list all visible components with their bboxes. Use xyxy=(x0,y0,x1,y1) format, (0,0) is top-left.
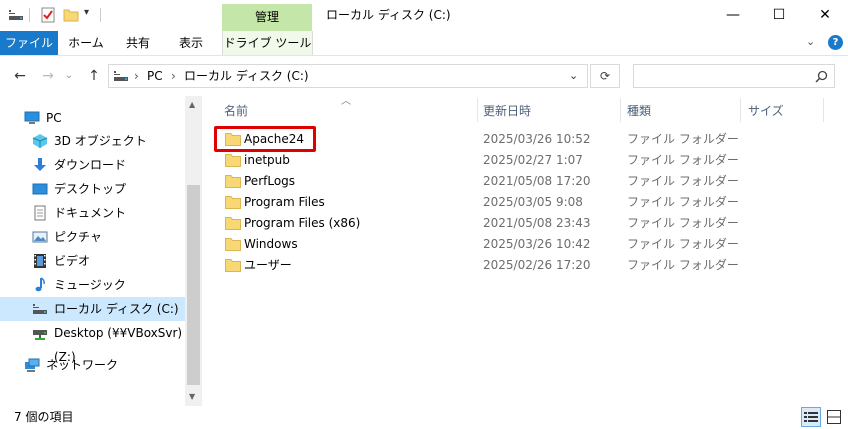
scroll-up-icon[interactable]: ▲ xyxy=(189,100,195,109)
nav-item-documents[interactable]: ドキュメント xyxy=(0,201,185,225)
nav-item-3d-objects[interactable]: 3D オブジェクト xyxy=(0,129,185,153)
table-row[interactable]: PerfLogs 2021/05/08 17:20 ファイル フォルダー xyxy=(215,171,835,192)
chevron-down-icon[interactable]: ▾ xyxy=(84,7,89,18)
address-bar[interactable]: › PC › ローカル ディスク (C:) ⌄ xyxy=(108,64,588,88)
drive-icon xyxy=(114,71,128,81)
tab-view[interactable]: 表示 xyxy=(166,31,216,55)
column-divider[interactable] xyxy=(823,98,824,122)
divider xyxy=(100,8,101,22)
folder-icon xyxy=(225,196,241,209)
drive-icon xyxy=(33,304,47,314)
folder-icon xyxy=(225,154,241,167)
back-button[interactable]: ← xyxy=(10,66,30,86)
highlight-box xyxy=(214,126,316,152)
tab-file[interactable]: ファイル xyxy=(0,31,58,55)
sort-ascending-icon: ︿ xyxy=(341,96,351,107)
column-divider[interactable] xyxy=(620,98,621,122)
status-item-count: 7 個の項目 xyxy=(14,410,74,424)
table-row[interactable]: Windows 2025/03/26 10:42 ファイル フォルダー xyxy=(215,234,835,255)
ribbon-tabs: ファイル ホーム 共有 表示 ドライブ ツール ⌄ ? xyxy=(0,31,848,56)
chevron-down-icon[interactable]: ⌄ xyxy=(569,65,578,87)
tab-home[interactable]: ホーム xyxy=(62,31,110,55)
navigation-pane: PC 3D オブジェクト ダウンロード デスクトップ ドキュメント ピクチャ ビ… xyxy=(0,96,200,406)
nav-item-pc[interactable]: PC xyxy=(0,106,185,130)
up-button[interactable]: ↑ xyxy=(84,66,104,86)
nav-item-music[interactable]: ミュージック xyxy=(0,273,185,297)
maximize-button[interactable]: ☐ xyxy=(756,0,802,31)
music-icon xyxy=(35,277,45,292)
nav-item-pictures[interactable]: ピクチャ xyxy=(0,225,185,249)
new-folder-icon[interactable] xyxy=(63,7,79,23)
column-header-name[interactable]: 名前 xyxy=(224,100,248,122)
download-icon xyxy=(34,158,46,171)
large-icons-view-button[interactable] xyxy=(824,407,844,427)
table-row[interactable]: ユーザー 2025/02/26 17:20 ファイル フォルダー xyxy=(215,255,835,276)
search-input[interactable] xyxy=(633,64,835,88)
tab-drive-tools[interactable]: ドライブ ツール xyxy=(222,31,313,55)
table-row[interactable]: inetpub 2025/02/27 1:07 ファイル フォルダー xyxy=(215,150,835,171)
video-icon xyxy=(34,254,46,268)
properties-icon[interactable] xyxy=(40,7,56,23)
breadcrumb-local-disk[interactable]: ローカル ディスク (C:) xyxy=(184,65,309,87)
column-divider[interactable] xyxy=(740,98,741,122)
divider xyxy=(29,8,30,22)
column-header-size[interactable]: サイズ xyxy=(748,100,784,122)
window-title: ローカル ディスク (C:) xyxy=(326,8,451,22)
refresh-button[interactable]: ⟳ xyxy=(590,64,620,88)
drive-icon xyxy=(9,10,23,20)
scroll-down-icon[interactable]: ▼ xyxy=(189,392,195,401)
folder-icon xyxy=(225,238,241,251)
breadcrumb-pc[interactable]: PC xyxy=(147,65,163,87)
document-icon xyxy=(34,205,46,221)
nav-item-downloads[interactable]: ダウンロード xyxy=(0,153,185,177)
column-header-date[interactable]: 更新日時 xyxy=(483,100,531,122)
forward-button[interactable]: → xyxy=(38,66,58,86)
column-header-type[interactable]: 種類 xyxy=(627,100,651,122)
nav-scrollbar-thumb[interactable] xyxy=(187,185,200,385)
chevron-right-icon: › xyxy=(171,69,176,83)
minimize-button[interactable]: — xyxy=(710,0,756,31)
recent-locations-button[interactable]: ⌄ xyxy=(62,66,76,86)
nav-item-network[interactable]: ネットワーク xyxy=(0,353,185,377)
nav-item-local-disk[interactable]: ローカル ディスク (C:) xyxy=(0,297,185,321)
table-row[interactable]: Program Files 2025/03/05 9:08 ファイル フォルダー xyxy=(215,192,835,213)
table-row[interactable]: Program Files (x86) 2021/05/08 23:43 ファイ… xyxy=(215,213,835,234)
search-icon xyxy=(815,70,828,83)
desktop-icon xyxy=(32,183,48,195)
pictures-icon xyxy=(32,231,48,243)
chevron-down-icon[interactable]: ⌄ xyxy=(806,35,815,48)
title-bar: ▾ 管理 ローカル ディスク (C:) — ☐ ✕ xyxy=(0,0,848,31)
3d-objects-icon xyxy=(32,134,48,148)
pc-icon xyxy=(24,111,40,124)
network-icon xyxy=(25,358,40,372)
nav-item-desktop[interactable]: デスクトップ xyxy=(0,177,185,201)
nav-item-videos[interactable]: ビデオ xyxy=(0,249,185,273)
large-icons-view-icon xyxy=(827,410,841,424)
network-drive-icon xyxy=(33,330,47,340)
details-view-button[interactable] xyxy=(801,407,821,427)
context-tab-manage[interactable]: 管理 xyxy=(222,4,312,31)
nav-item-network-drive[interactable]: Desktop (¥¥VBoxSvr) (Z:) xyxy=(0,321,185,364)
column-divider[interactable] xyxy=(477,98,478,122)
folder-icon xyxy=(225,175,241,188)
tab-share[interactable]: 共有 xyxy=(116,31,160,55)
close-button[interactable]: ✕ xyxy=(802,0,848,31)
folder-icon xyxy=(225,217,241,230)
folder-icon xyxy=(225,259,241,272)
details-view-icon xyxy=(804,412,818,422)
help-icon[interactable]: ? xyxy=(828,35,843,50)
chevron-right-icon: › xyxy=(134,69,139,83)
